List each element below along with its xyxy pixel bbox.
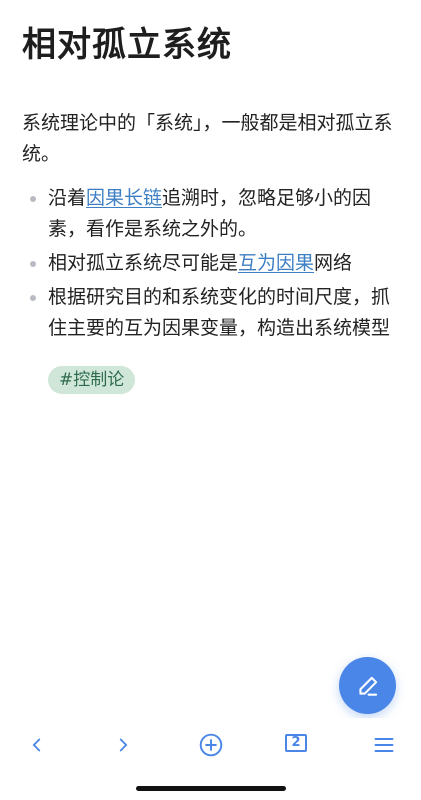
link-mutual-causality[interactable]: 互为因果 <box>238 252 314 274</box>
menu-button[interactable] <box>367 728 401 762</box>
list-item: 相对孤立系统尽可能是互为因果网络 <box>22 248 400 279</box>
tag-control-theory[interactable]: #控制论 <box>48 366 136 394</box>
page-title: 相对孤立系统 <box>22 25 232 65</box>
bullet-text: 网络 <box>314 252 353 274</box>
edit-button[interactable] <box>339 657 396 714</box>
home-indicator[interactable] <box>136 786 286 791</box>
add-button[interactable] <box>194 728 228 762</box>
tab-count-badge: 2 <box>285 734 307 752</box>
list-item: 根据研究目的和系统变化的时间尺度，抓住主要的互为因果变量，构造出系统模型 <box>22 282 400 344</box>
chevron-right-icon <box>119 738 128 752</box>
bullet-text: 根据研究目的和系统变化的时间尺度，抓住主要的互为因果变量，构造出系统模型 <box>48 286 391 339</box>
forward-button[interactable] <box>106 728 140 762</box>
bullet-dot <box>30 261 36 267</box>
bullet-list: 沿着因果长链追溯时，忽略足够小的因素，看作是系统之外的。 相对孤立系统尽可能是互… <box>22 183 400 347</box>
back-button[interactable] <box>20 728 54 762</box>
bullet-text: 相对孤立系统尽可能是 <box>48 252 239 274</box>
intro-paragraph: 系统理论中的「系统」，一般都是相对孤立系统。 <box>22 112 393 165</box>
bullet-text: 沿着 <box>48 187 87 209</box>
link-causal-chain[interactable]: 因果长链 <box>86 187 162 209</box>
tabs-button[interactable]: 2 <box>282 728 316 762</box>
list-item: 沿着因果长链追溯时，忽略足够小的因素，看作是系统之外的。 <box>22 183 400 245</box>
chevron-left-icon <box>32 738 41 752</box>
plus-circle-icon <box>199 733 223 757</box>
pencil-icon <box>358 676 377 696</box>
hamburger-menu-icon <box>374 738 394 752</box>
bottom-toolbar: 2 <box>0 718 421 772</box>
bullet-dot <box>30 196 36 202</box>
bullet-dot <box>30 295 36 301</box>
